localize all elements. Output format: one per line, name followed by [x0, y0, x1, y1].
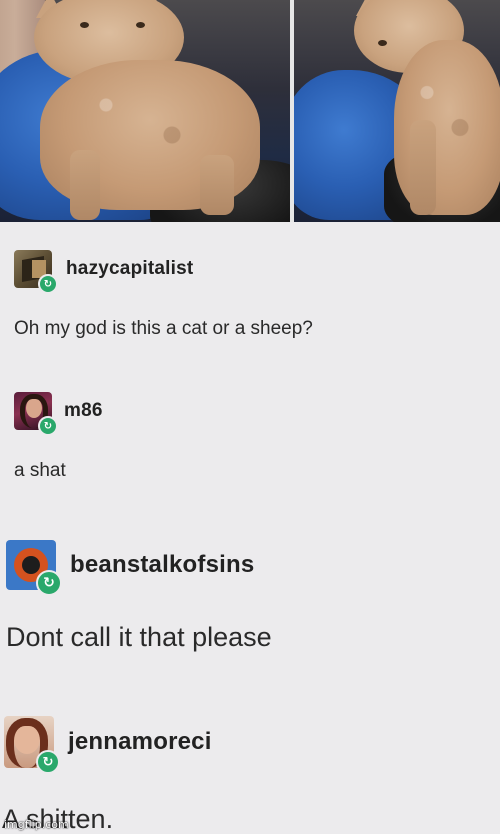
- username[interactable]: m86: [64, 400, 103, 422]
- portrait-avatar-icon[interactable]: ↻: [14, 392, 58, 436]
- watermark: imgflip.com: [4, 818, 69, 831]
- username[interactable]: beanstalkofsins: [70, 551, 254, 579]
- comment-text: Dont call it that please: [6, 622, 272, 652]
- username[interactable]: jennamoreci: [68, 728, 212, 756]
- vinyl-avatar-icon[interactable]: ↻: [6, 540, 62, 596]
- reblog-icon: ↻: [38, 274, 58, 294]
- block-avatar-icon[interactable]: ↻: [14, 250, 58, 294]
- comment-text: Oh my god is this a cat or a sheep?: [14, 318, 313, 339]
- portrait-avatar-icon[interactable]: ↻: [4, 716, 60, 774]
- username[interactable]: hazycapitalist: [66, 258, 193, 280]
- reblog-icon: ↻: [36, 750, 60, 774]
- reblog-icon: ↻: [38, 416, 58, 436]
- photo-set: [0, 0, 500, 222]
- kitten-photo-right[interactable]: [294, 0, 500, 222]
- comment-text: a shat: [14, 460, 66, 481]
- reblog-icon: ↻: [36, 570, 62, 596]
- tumblr-post-screenshot: ↻ hazycapitalist Oh my god is this a cat…: [0, 0, 500, 834]
- kitten-photo-left[interactable]: [0, 0, 290, 222]
